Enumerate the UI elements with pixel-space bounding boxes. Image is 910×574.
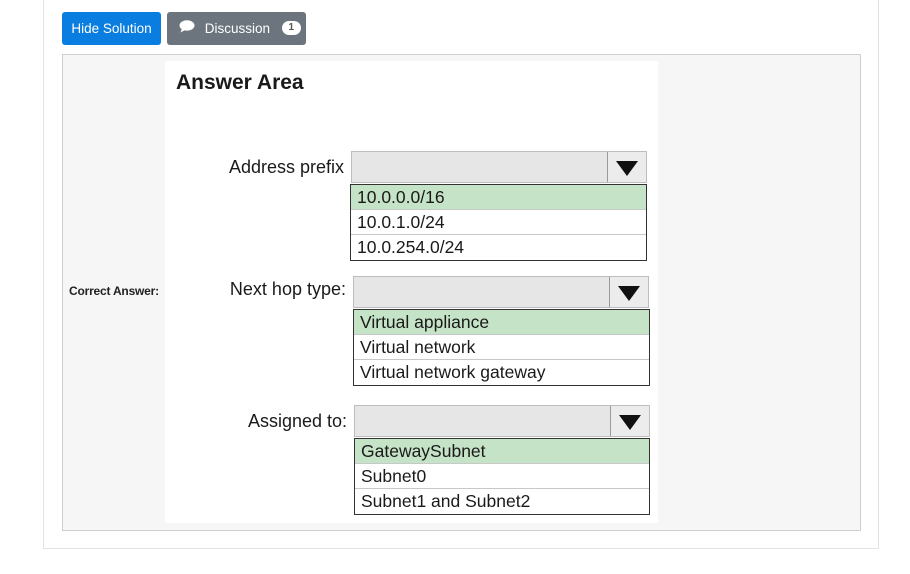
next-hop-type-label: Next hop type: [229,279,346,299]
dropdown-arrow-icon [607,152,646,182]
option-next-hop-1[interactable]: Virtual network [354,335,649,360]
chat-bubble-icon [179,12,195,45]
assigned-to-label: Assigned to: [247,411,347,431]
discussion-label: Discussion [204,21,271,36]
option-next-hop-2[interactable]: Virtual network gateway [354,360,649,385]
option-assigned-to-1[interactable]: Subnet0 [355,464,649,489]
option-address-prefix-2[interactable]: 10.0.254.0/24 [351,235,646,260]
option-assigned-to-0[interactable]: GatewaySubnet [355,439,649,464]
assigned-to-dropdown[interactable] [354,405,650,437]
option-next-hop-0[interactable]: Virtual appliance [354,310,649,335]
next-hop-type-options: Virtual appliance Virtual network Virtua… [353,309,650,386]
dropdown-arrow-icon [609,277,648,307]
dropdown-arrow-icon [610,406,649,436]
correct-answer-label: Correct Answer: [69,284,159,298]
next-hop-type-dropdown[interactable] [353,276,649,308]
option-address-prefix-0[interactable]: 10.0.0.0/16 [351,185,646,210]
hide-solution-button[interactable]: Hide Solution [62,12,161,45]
option-assigned-to-2[interactable]: Subnet1 and Subnet2 [355,489,649,514]
assigned-to-options: GatewaySubnet Subnet0 Subnet1 and Subnet… [354,438,650,515]
answer-area-image: Answer Area Address prefix 10.0.0.0/16 1… [165,61,658,523]
discussion-count-badge: 1 [281,21,301,36]
address-prefix-dropdown[interactable] [351,151,647,183]
address-prefix-label: Address prefix [228,157,344,177]
discussion-button[interactable]: Discussion 1 [167,12,306,45]
answer-area-title: Answer Area [176,71,304,94]
option-address-prefix-1[interactable]: 10.0.1.0/24 [351,210,646,235]
address-prefix-options: 10.0.0.0/16 10.0.1.0/24 10.0.254.0/24 [350,184,647,261]
